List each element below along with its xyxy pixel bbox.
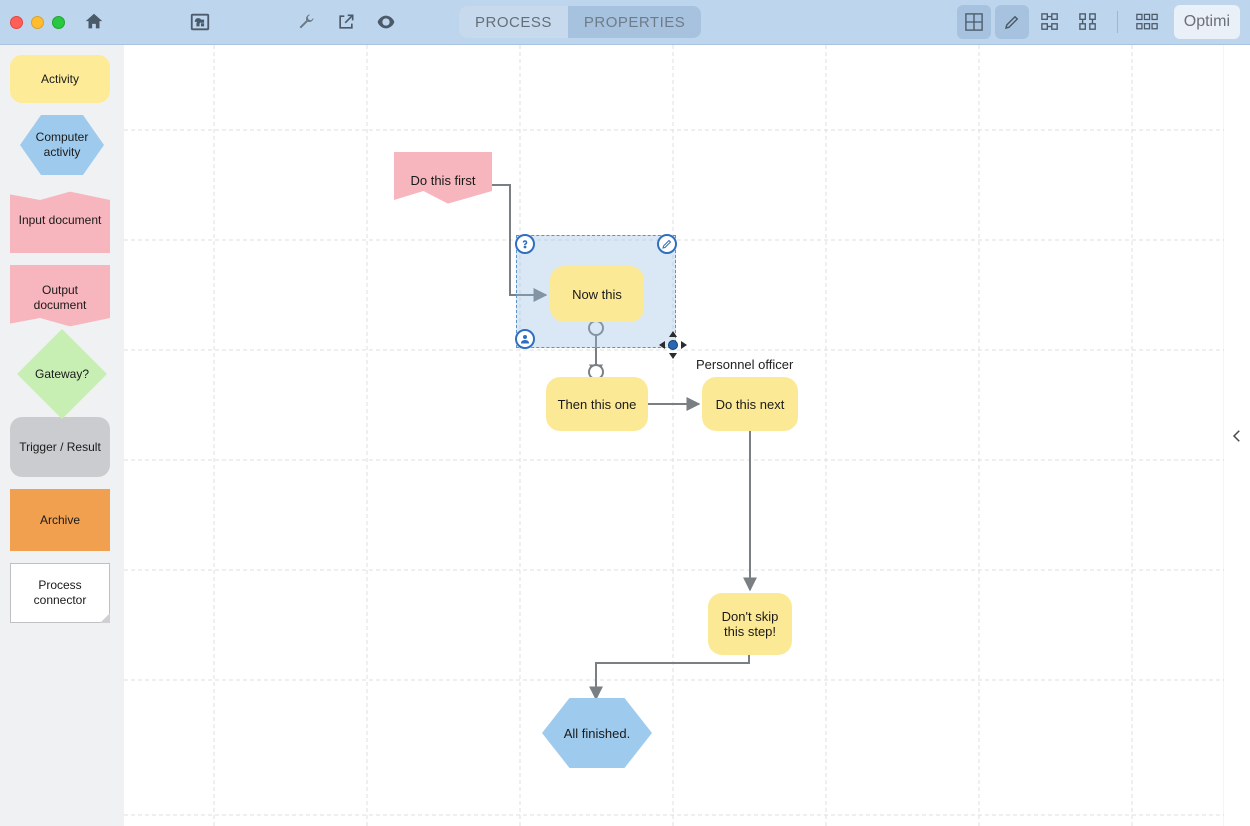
optimize-button[interactable]: Optimi bbox=[1174, 5, 1240, 39]
view-tabs: PROCESS PROPERTIES bbox=[459, 6, 701, 38]
palette-trigger-result[interactable]: Trigger / Result bbox=[10, 417, 110, 477]
svg-text:?:: ?: bbox=[195, 18, 204, 28]
node-then-this-one[interactable]: Then this one bbox=[546, 377, 648, 431]
node-label: Do this next bbox=[716, 397, 785, 412]
open-external-icon[interactable] bbox=[329, 5, 363, 39]
palette-output-document[interactable]: Output document bbox=[10, 265, 110, 331]
maximize-window-button[interactable] bbox=[52, 16, 65, 29]
node-label: Don't skip this step! bbox=[714, 609, 786, 639]
palette-activity[interactable]: Activity bbox=[10, 55, 110, 103]
shape-palette: Activity Computer activity Input documen… bbox=[0, 45, 124, 826]
node-label: Now this bbox=[572, 287, 622, 302]
chevron-left-icon bbox=[1228, 427, 1246, 445]
tab-properties[interactable]: PROPERTIES bbox=[568, 6, 701, 38]
tab-process[interactable]: PROCESS bbox=[459, 6, 568, 38]
edit-handle-icon[interactable] bbox=[657, 234, 677, 254]
layout-icon-c[interactable] bbox=[1130, 5, 1164, 39]
preview-eye-icon[interactable] bbox=[369, 5, 403, 39]
right-tool-group: Optimi bbox=[957, 5, 1240, 39]
palette-archive[interactable]: Archive bbox=[10, 489, 110, 551]
diagram-canvas[interactable]: Do this first Now this Then this one Per… bbox=[124, 45, 1224, 826]
window-traffic-lights bbox=[10, 16, 65, 29]
help-handle-icon[interactable] bbox=[515, 234, 535, 254]
home-icon[interactable] bbox=[77, 5, 111, 39]
node-label: Do this first bbox=[410, 173, 475, 188]
node-do-this-next[interactable]: Do this next bbox=[702, 377, 798, 431]
node-label: Then this one bbox=[558, 397, 637, 412]
node-do-this-first[interactable]: Do this first bbox=[394, 152, 492, 208]
help-panel-icon[interactable]: ?: bbox=[183, 5, 217, 39]
wrench-icon[interactable] bbox=[289, 5, 323, 39]
grid-toggle-icon[interactable] bbox=[957, 5, 991, 39]
assign-handle-icon[interactable] bbox=[515, 329, 535, 349]
toolbar: ?: PROCESS PROPERTIES bbox=[0, 0, 1250, 45]
right-panel-toggle[interactable] bbox=[1224, 45, 1250, 826]
node-dont-skip[interactable]: Don't skip this step! bbox=[708, 593, 792, 655]
node-label: All finished. bbox=[564, 726, 630, 741]
edit-pencil-icon[interactable] bbox=[995, 5, 1029, 39]
palette-gateway[interactable]: Gateway? bbox=[17, 329, 107, 419]
node-now-this[interactable]: Now this bbox=[550, 266, 644, 322]
move-handle-icon[interactable] bbox=[663, 335, 683, 355]
palette-computer-activity[interactable]: Computer activity bbox=[20, 115, 104, 175]
role-label: Personnel officer bbox=[696, 357, 793, 372]
minimize-window-button[interactable] bbox=[31, 16, 44, 29]
palette-input-document[interactable]: Input document bbox=[10, 187, 110, 253]
close-window-button[interactable] bbox=[10, 16, 23, 29]
palette-process-connector[interactable]: Process connector bbox=[10, 563, 110, 623]
canvas-svg bbox=[124, 45, 1224, 826]
layout-icon-b[interactable] bbox=[1071, 5, 1105, 39]
layout-icon-a[interactable] bbox=[1033, 5, 1067, 39]
